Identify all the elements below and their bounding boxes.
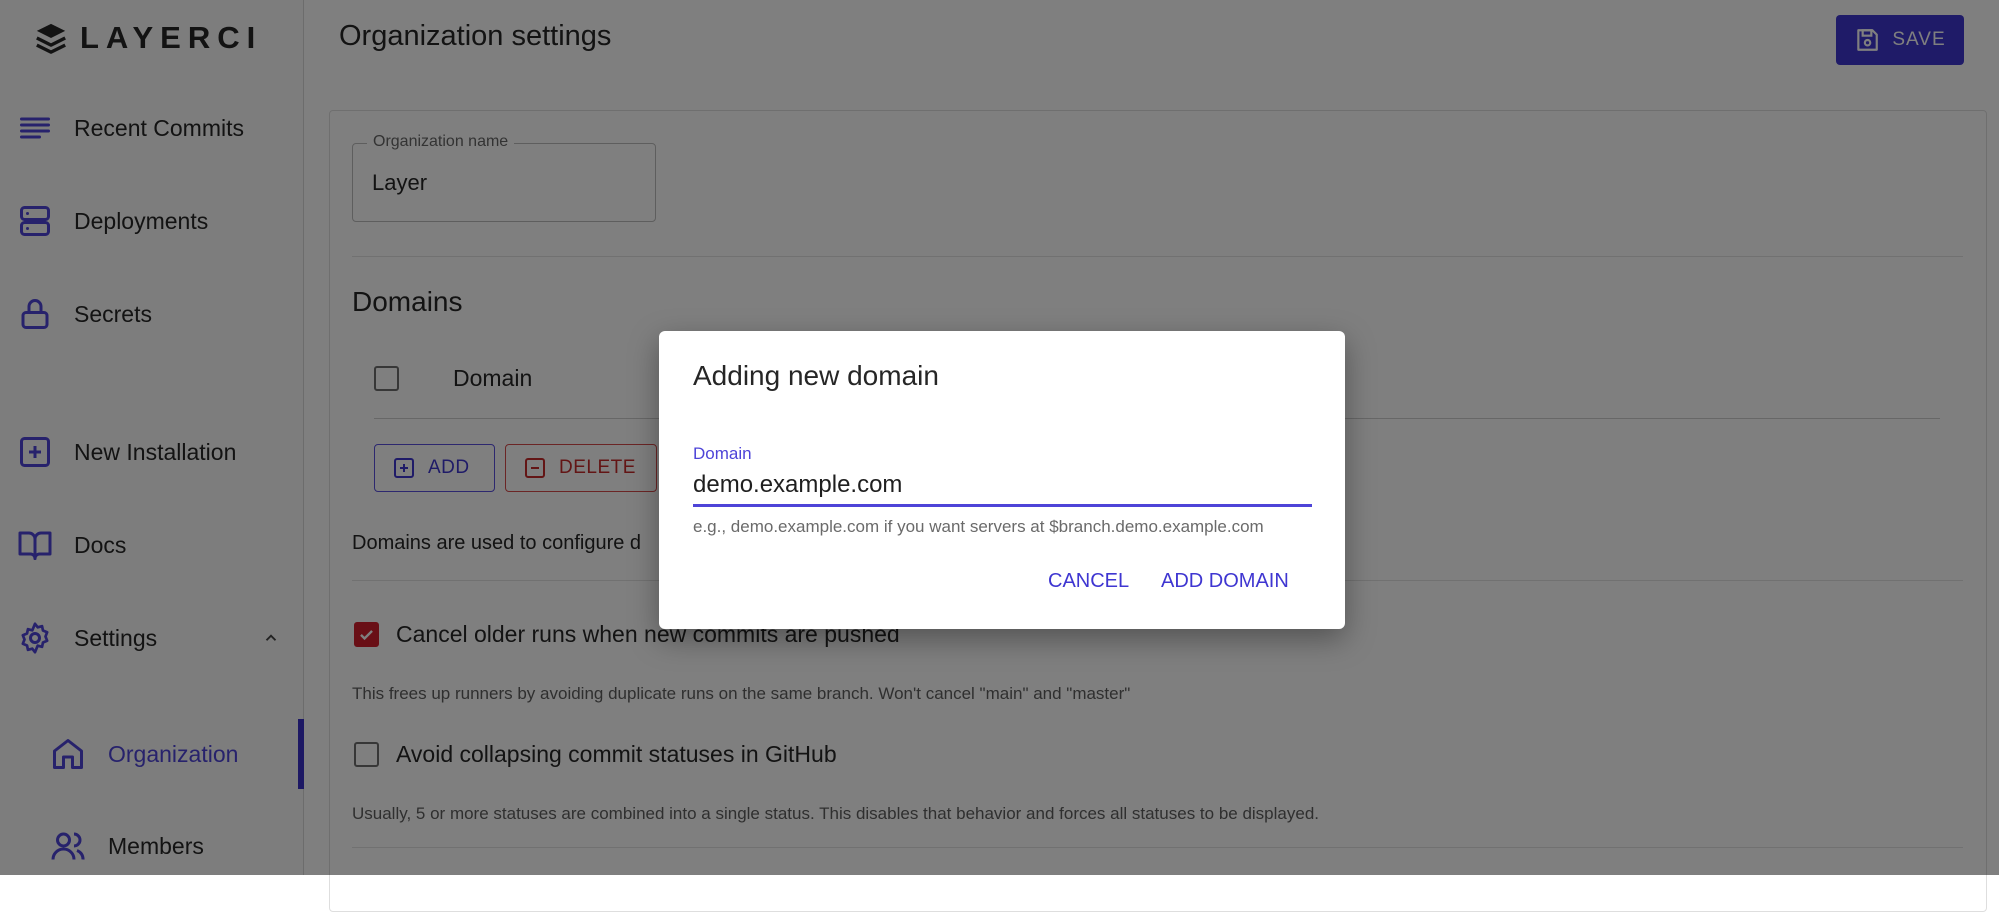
add-domain-dialog: Adding new domain Domain e.g., demo.exam… (659, 331, 1345, 629)
dialog-title: Adding new domain (693, 360, 939, 391)
domain-input-underline (693, 504, 1312, 507)
domain-input[interactable] (693, 467, 1311, 503)
domain-field-label: Domain (693, 444, 752, 463)
cancel-button[interactable]: CANCEL (1048, 570, 1129, 593)
add-domain-confirm-button[interactable]: ADD DOMAIN (1161, 570, 1289, 593)
domain-helper-text: e.g., demo.example.com if you want serve… (693, 517, 1264, 536)
